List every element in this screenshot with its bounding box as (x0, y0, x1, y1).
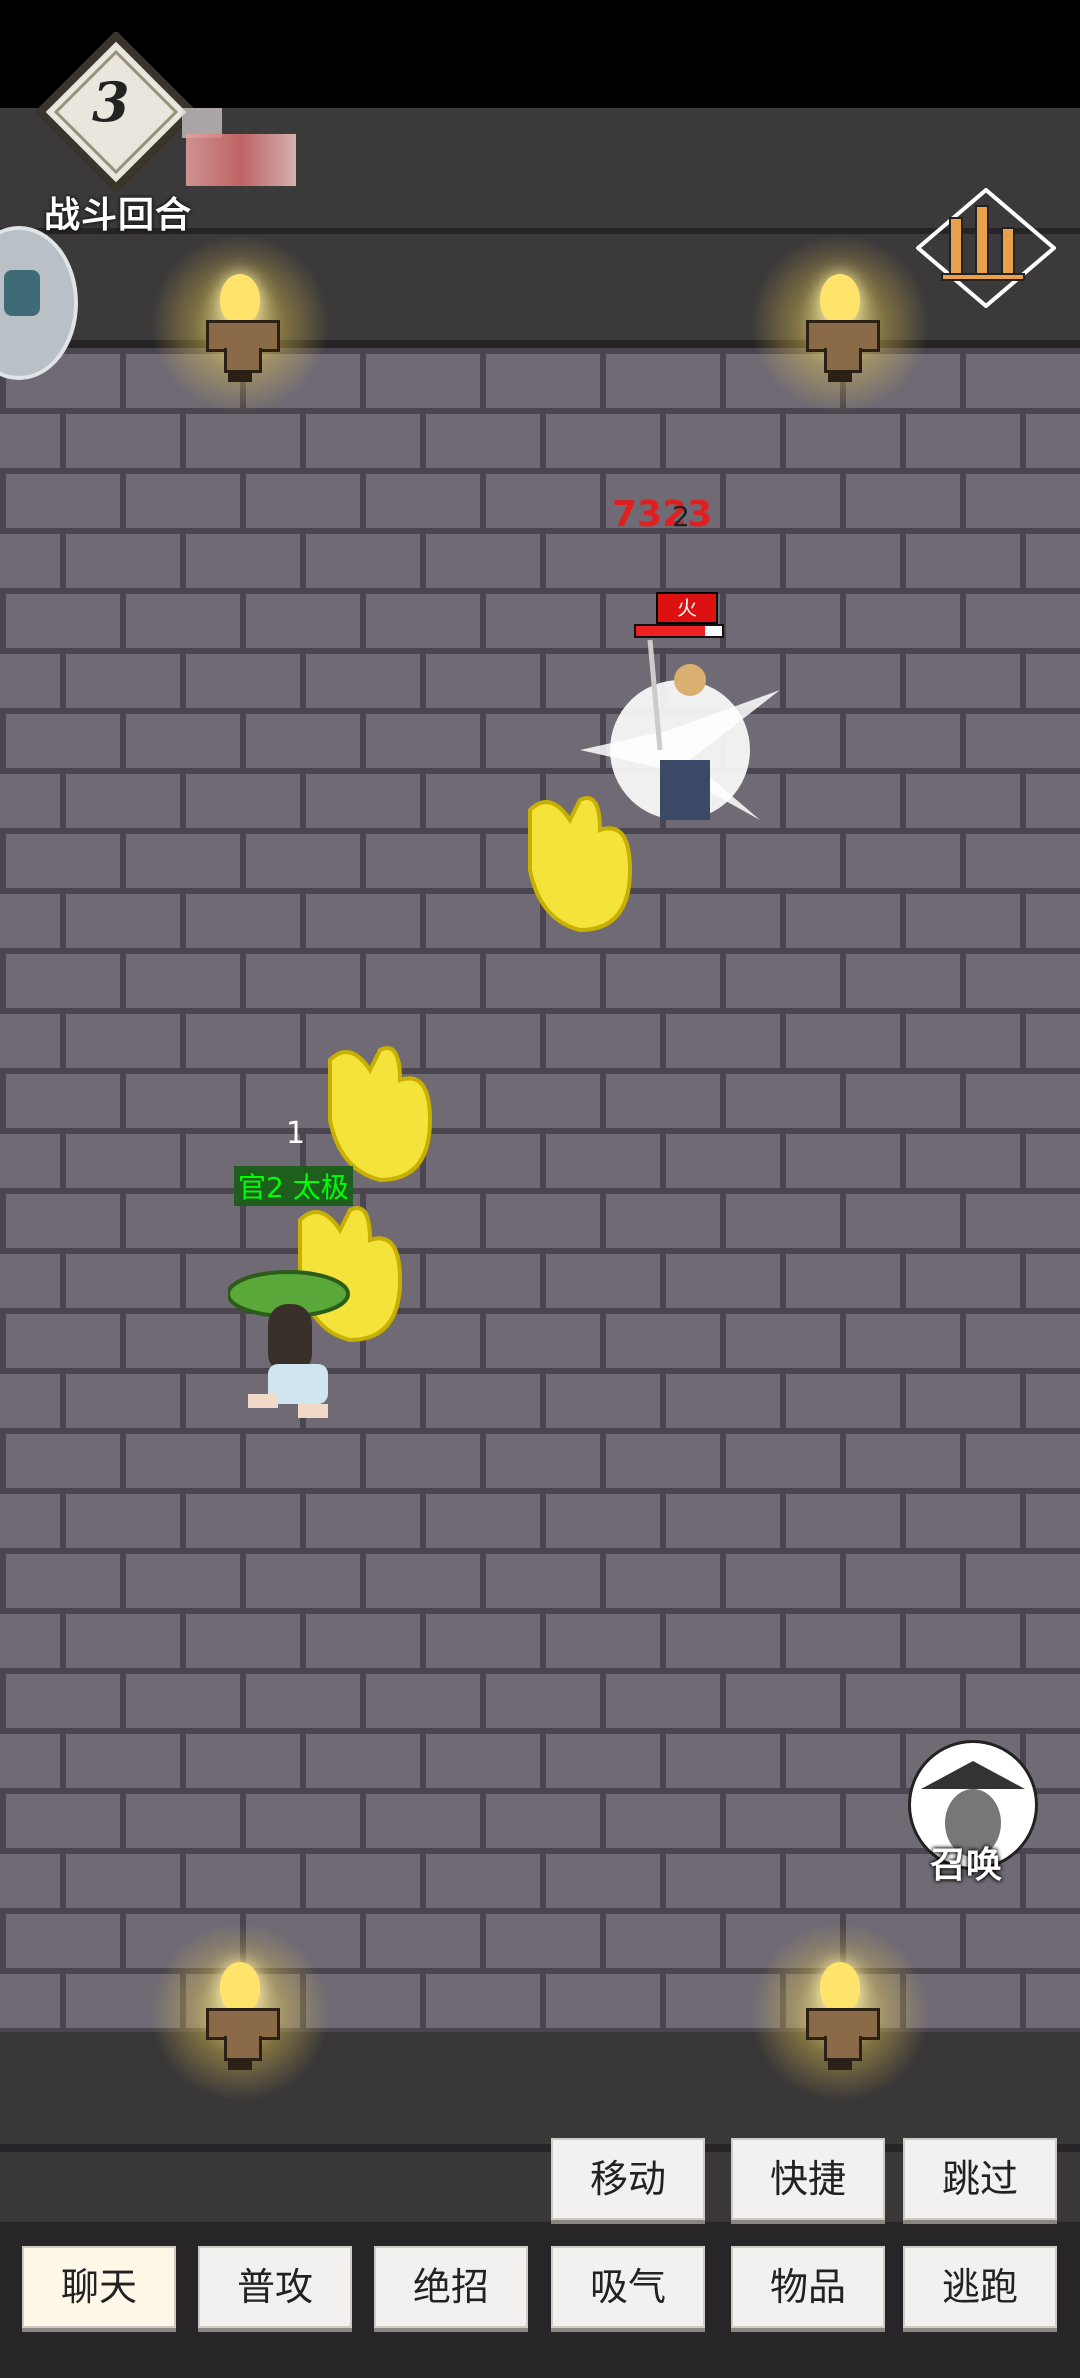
attack-button[interactable]: 普攻 (198, 2246, 352, 2328)
wall-torch (750, 1922, 930, 2102)
stats-button[interactable] (916, 188, 1056, 308)
shortcut-button[interactable]: 快捷 (731, 2138, 885, 2220)
summon-label: 召唤 (930, 1845, 1003, 1886)
player-character[interactable] (228, 1264, 378, 1444)
bar-chart-icon (941, 205, 1025, 281)
chat-button[interactable]: 聊天 (22, 2246, 176, 2328)
enemy-element-tag: 火 (656, 592, 718, 624)
player-status-tag: 官2 太极 (234, 1166, 353, 1206)
side-menu-icon (4, 270, 40, 316)
wall-torch (150, 1922, 330, 2102)
skip-button[interactable]: 跳过 (903, 2138, 1057, 2220)
move-button[interactable]: 移动 (551, 2138, 705, 2220)
items-button[interactable]: 物品 (731, 2246, 885, 2328)
wall-torch (150, 234, 330, 414)
palm-strike-effect (528, 796, 633, 933)
ultimate-button[interactable]: 绝招 (374, 2246, 528, 2328)
round-label: 战斗回合 (44, 195, 193, 236)
damage-number: 7323 (612, 494, 713, 535)
breathe-button[interactable]: 吸气 (551, 2246, 705, 2328)
round-number: 3 (92, 70, 130, 134)
flee-button[interactable]: 逃跑 (903, 2246, 1057, 2328)
wall-torch (750, 234, 930, 414)
player-count: 1 (286, 1116, 306, 1151)
hit-count: 2 (672, 500, 690, 533)
blurred-overlay (186, 134, 296, 186)
